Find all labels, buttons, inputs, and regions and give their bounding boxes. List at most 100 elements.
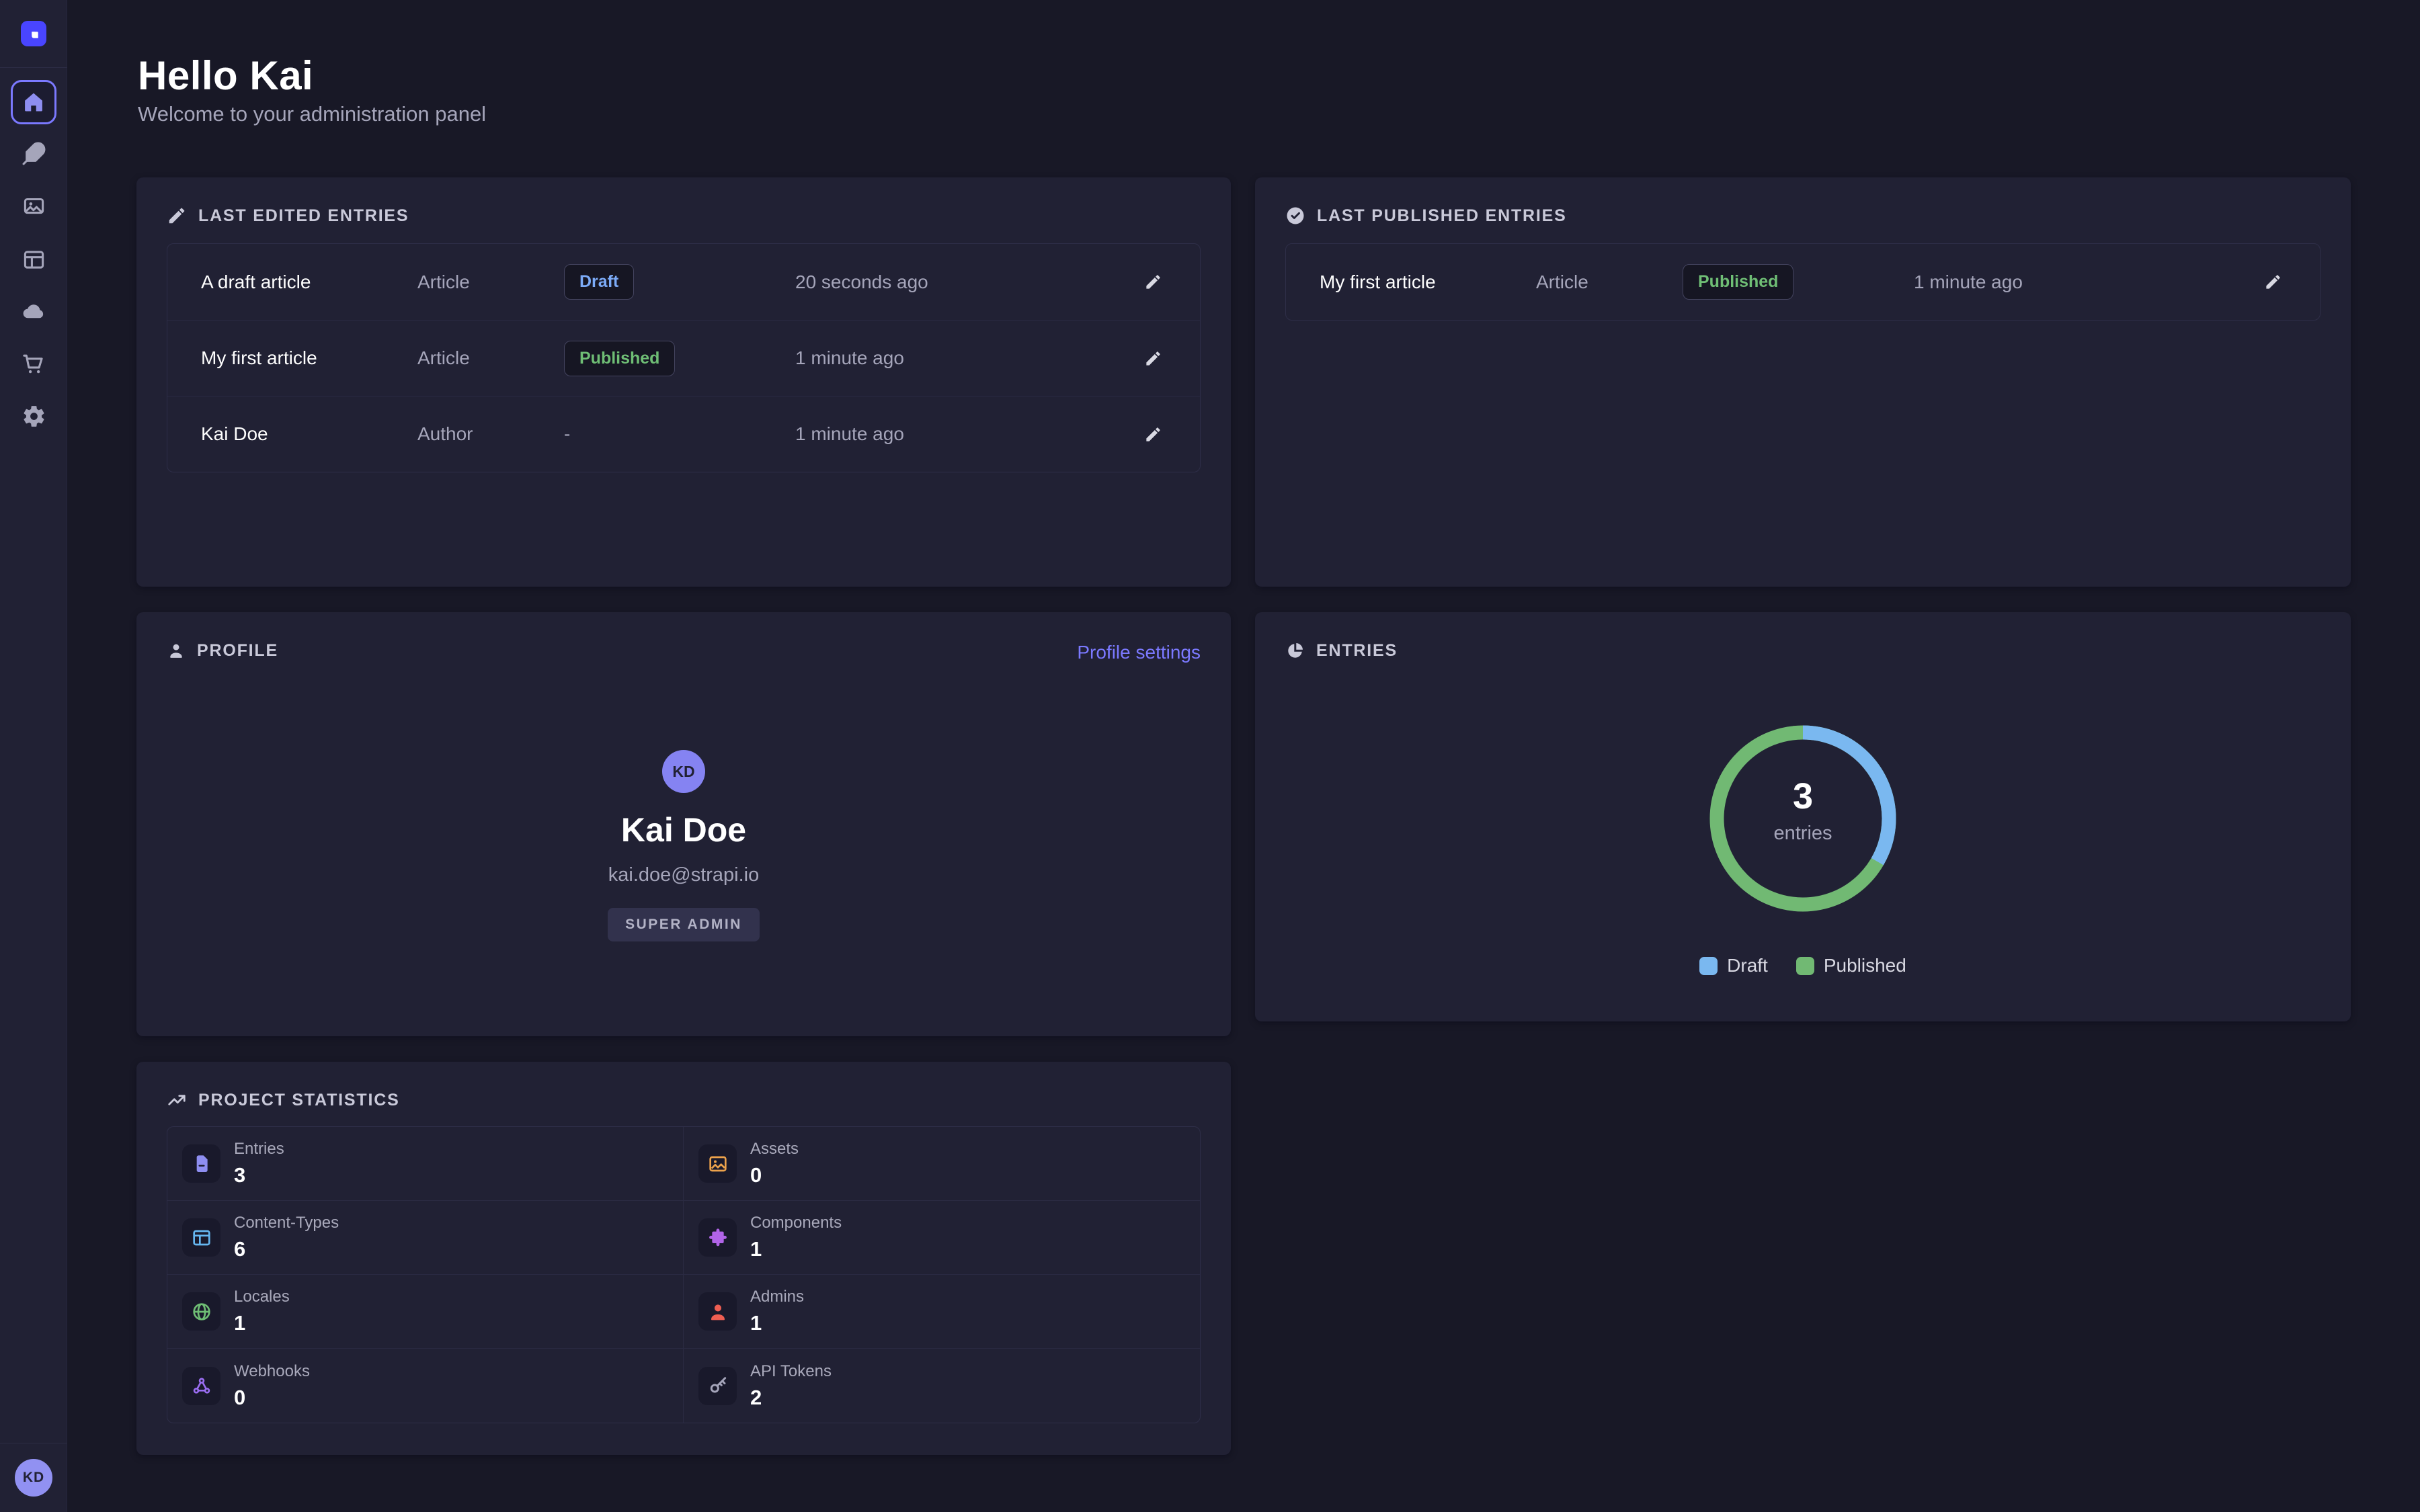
stat-value: 1 [750, 1311, 804, 1335]
stat-label: API Tokens [750, 1362, 832, 1381]
entries-count-label: entries [1695, 823, 1910, 845]
last-published-entries-panel: LAST PUBLISHED ENTRIES My first article … [1255, 177, 2351, 587]
panel-title: LAST EDITED ENTRIES [198, 206, 409, 226]
stat-value: 2 [750, 1386, 832, 1410]
stat-value: 3 [234, 1163, 284, 1187]
table-row[interactable]: A draft article Article Draft 20 seconds… [167, 244, 1200, 320]
webhook-icon [182, 1367, 220, 1405]
stat-value: 6 [234, 1237, 339, 1261]
person-icon [167, 641, 186, 660]
sidebar-item-deploy[interactable] [0, 298, 67, 325]
layout-icon [182, 1218, 220, 1257]
project-statistics-header: PROJECT STATISTICS [167, 1089, 400, 1111]
images-icon [22, 194, 46, 218]
draft-swatch [1699, 957, 1718, 975]
legend-label: Published [1824, 955, 1906, 976]
status-badge: Published [564, 341, 675, 376]
page-subtitle: Welcome to your administration panel [138, 102, 486, 126]
sidebar-item-settings[interactable] [0, 403, 67, 429]
edit-entry-button[interactable] [1106, 425, 1200, 444]
project-statistics-table: Entries 3 Assets 0 Content-Types 6 Compo… [167, 1126, 1201, 1423]
strapi-logo[interactable] [21, 21, 46, 46]
table-row[interactable]: My first article Article Published 1 min… [1286, 244, 2320, 320]
status-badge: - [564, 423, 570, 445]
table-row[interactable]: My first article Article Published 1 min… [167, 320, 1200, 396]
stat-label: Assets [750, 1140, 799, 1159]
stat-label: Locales [234, 1288, 290, 1306]
stat-value: 0 [750, 1163, 799, 1187]
layout-icon [22, 247, 46, 272]
entries-donut-chart: 3 entries [1695, 711, 1910, 926]
entry-time: 1 minute ago [795, 423, 1106, 445]
entry-name: My first article [167, 347, 417, 369]
documents-icon [182, 1144, 220, 1183]
panel-title: PROJECT STATISTICS [198, 1091, 400, 1110]
edit-entry-button[interactable] [1106, 349, 1200, 368]
globe-icon [182, 1292, 220, 1331]
stat-label: Components [750, 1214, 842, 1232]
sidebar-item-home[interactable] [11, 80, 56, 124]
entries-count: 3 [1695, 775, 1910, 817]
pencil-icon [167, 206, 187, 226]
entry-name: A draft article [167, 271, 417, 293]
sidebar-user-avatar[interactable]: KD [15, 1459, 52, 1497]
stat-entries: Entries 3 [167, 1127, 684, 1201]
published-swatch [1796, 957, 1814, 975]
puzzle-icon [698, 1218, 737, 1257]
entries-panel: ENTRIES 3 entries Draft Published [1255, 612, 2351, 1021]
project-statistics-panel: PROJECT STATISTICS Entries 3 Assets 0 Co… [136, 1062, 1231, 1455]
entry-type: Article [417, 271, 564, 293]
entry-time: 20 seconds ago [795, 271, 1106, 293]
stat-webhooks: Webhooks 0 [167, 1349, 684, 1423]
stat-content-types: Content-Types 6 [167, 1201, 684, 1275]
pencil-icon [1144, 425, 1162, 444]
sidebar-item-content-manager[interactable] [0, 140, 67, 167]
legend-item-draft: Draft [1699, 955, 1768, 976]
profile-email: kai.doe@strapi.io [136, 864, 1231, 886]
strapi-logo-glyph [25, 25, 42, 42]
sidebar-item-marketplace[interactable] [0, 350, 67, 377]
stat-value: 0 [234, 1386, 310, 1410]
profile-avatar: KD [662, 750, 705, 793]
entry-name: My first article [1286, 271, 1536, 293]
edit-entry-button[interactable] [1106, 273, 1200, 291]
key-icon [698, 1367, 737, 1405]
entry-time: 1 minute ago [795, 347, 1106, 369]
stat-label: Content-Types [234, 1214, 339, 1232]
role-badge: SUPER ADMIN [608, 908, 760, 941]
panel-title: PROFILE [197, 641, 278, 661]
sidebar-item-content-type-builder[interactable] [0, 246, 67, 273]
page-title: Hello Kai [138, 52, 313, 99]
sidebar-item-media-library[interactable] [0, 192, 67, 219]
check-circle-icon [1285, 206, 1305, 226]
table-row[interactable]: Kai Doe Author - 1 minute ago [167, 396, 1200, 472]
cart-icon [22, 351, 46, 376]
profile-settings-link[interactable]: Profile settings [1077, 642, 1201, 663]
profile-name: Kai Doe [136, 810, 1231, 849]
last-edited-entries-panel: LAST EDITED ENTRIES A draft article Arti… [136, 177, 1231, 587]
sidebar-divider [0, 67, 67, 68]
stat-locales: Locales 1 [167, 1275, 684, 1349]
stat-assets: Assets 0 [684, 1127, 1200, 1201]
entry-type: Article [1536, 271, 1683, 293]
entry-type: Article [417, 347, 564, 369]
panel-title: ENTRIES [1316, 641, 1398, 661]
gear-icon [22, 404, 46, 429]
pencil-icon [1144, 273, 1162, 291]
legend-label: Draft [1727, 955, 1768, 976]
profile-header: PROFILE [167, 639, 278, 662]
entry-time: 1 minute ago [1914, 271, 2226, 293]
stat-admins: Admins 1 [684, 1275, 1200, 1349]
feather-icon [22, 141, 46, 166]
last-published-entries-table: My first article Article Published 1 min… [1285, 243, 2321, 321]
legend-item-published: Published [1796, 955, 1906, 976]
home-icon [22, 90, 46, 114]
stat-label: Admins [750, 1288, 804, 1306]
pie-chart-icon [1285, 641, 1305, 661]
profile-panel: PROFILE Profile settings KD Kai Doe kai.… [136, 612, 1231, 1036]
edit-entry-button[interactable] [2226, 273, 2320, 291]
stat-components: Components 1 [684, 1201, 1200, 1275]
entry-type: Author [417, 423, 564, 445]
last-edited-entries-header: LAST EDITED ENTRIES [167, 204, 409, 227]
stat-api-tokens: API Tokens 2 [684, 1349, 1200, 1423]
